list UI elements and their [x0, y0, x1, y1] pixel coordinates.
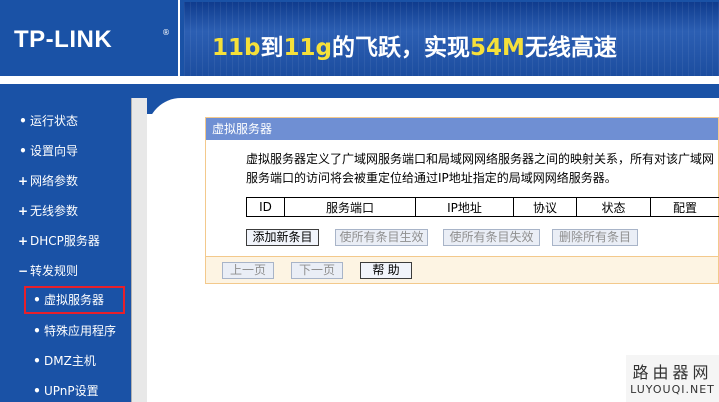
column-header: IP地址	[415, 197, 514, 217]
content-corner	[147, 84, 719, 114]
bullet-icon: •	[19, 144, 27, 158]
sidebar-item-label: 网络参数	[30, 174, 79, 188]
logo-area: TP-LINK ®	[0, 0, 180, 80]
sidebar-item-status[interactable]: • 运行状态	[16, 110, 78, 132]
registered-mark: ®	[162, 28, 170, 37]
bullet-icon: •	[33, 384, 41, 398]
watermark-url: LUYOUQI.NET	[630, 383, 715, 396]
next-page-button[interactable]: 下一页	[291, 262, 343, 279]
selected-item-highlight	[24, 286, 125, 314]
panel-footer: 上一页 下一页 帮 助	[206, 257, 718, 283]
slogan-part: 11b	[212, 35, 261, 61]
help-button[interactable]: 帮 助	[360, 262, 412, 279]
sidebar-subitem-dmz[interactable]: • DMZ主机	[30, 350, 96, 372]
sidebar-item-forwarding[interactable]: − 转发规则	[16, 260, 78, 282]
slogan-part: 54M	[469, 35, 525, 61]
disable-all-button[interactable]: 使所有条目失效	[443, 229, 540, 246]
sidebar-scrollbar[interactable]	[131, 98, 147, 402]
expand-icon: +	[17, 174, 29, 188]
tp-link-logo: TP-LINK	[14, 26, 113, 53]
column-header: 状态	[576, 197, 651, 217]
sidebar-item-network[interactable]: + 网络参数	[16, 170, 78, 192]
column-header: 服务端口	[284, 197, 416, 217]
prev-page-button[interactable]: 上一页	[222, 262, 274, 279]
sidebar-item-wireless[interactable]: + 无线参数	[16, 200, 78, 222]
expand-icon: +	[17, 234, 29, 248]
sidebar-item-label: 运行状态	[30, 114, 79, 128]
sidebar-item-label: 无线参数	[30, 204, 79, 218]
sidebar-item-label: DMZ主机	[44, 354, 96, 368]
header-banner: TP-LINK ® 11b到11g的飞跃，实现54M无线高速	[0, 0, 719, 80]
table-header-row: ID 服务端口 IP地址 协议 状态 配置	[246, 197, 719, 217]
panel-title: 虚拟服务器	[206, 118, 718, 140]
expand-icon: +	[17, 204, 29, 218]
bullet-icon: •	[33, 324, 41, 338]
enable-all-button[interactable]: 使所有条目生效	[335, 229, 428, 246]
virtual-server-table: ID 服务端口 IP地址 协议 状态 配置	[246, 197, 719, 217]
bullet-icon: •	[33, 354, 41, 368]
sidebar-item-label: 特殊应用程序	[44, 324, 117, 338]
watermark-cn: 路由器网	[632, 363, 713, 382]
sidebar-item-label: 设置向导	[30, 144, 79, 158]
add-entry-button[interactable]: 添加新条目	[246, 229, 319, 246]
slogan-banner: 11b到11g的飞跃，实现54M无线高速	[184, 2, 719, 76]
column-header: ID	[246, 197, 285, 217]
sidebar-item-label: DHCP服务器	[30, 234, 100, 248]
slogan-part: 到	[260, 35, 284, 61]
site-watermark: 路由器网 LUYOUQI.NET	[626, 355, 719, 402]
delete-all-button[interactable]: 删除所有条目	[552, 229, 638, 246]
column-header: 协议	[513, 197, 577, 217]
virtual-server-panel: 虚拟服务器 虚拟服务器定义了广域网服务端口和局域网网络服务器之间的映射关系，所有…	[205, 117, 719, 284]
sidebar-subitem-upnp[interactable]: • UPnP设置	[30, 380, 99, 402]
sidebar-subitem-special-app[interactable]: • 特殊应用程序	[30, 320, 116, 342]
sidebar-item-label: UPnP设置	[44, 384, 99, 398]
sidebar-menu: • 运行状态 • 设置向导 + 网络参数 + 无线参数 + DHCP服务器 − 转发规则 •…	[0, 84, 147, 402]
slogan-part: 的飞跃，实现	[331, 35, 470, 61]
sidebar-item-dhcp[interactable]: + DHCP服务器	[16, 230, 100, 252]
column-header: 配置	[650, 197, 719, 217]
collapse-icon: −	[17, 264, 29, 278]
sidebar-item-wizard[interactable]: • 设置向导	[16, 140, 78, 162]
slogan-part: 11g	[283, 35, 332, 61]
sidebar-item-label: 转发规则	[30, 264, 79, 278]
bullet-icon: •	[19, 114, 27, 128]
slogan-text: 11b到11g的飞跃，实现54M无线高速	[212, 28, 617, 62]
panel-description: 虚拟服务器定义了广域网服务端口和局域网网络服务器之间的映射关系，所有对该广域网服…	[246, 152, 715, 185]
slogan-part: 无线高速	[524, 35, 617, 61]
